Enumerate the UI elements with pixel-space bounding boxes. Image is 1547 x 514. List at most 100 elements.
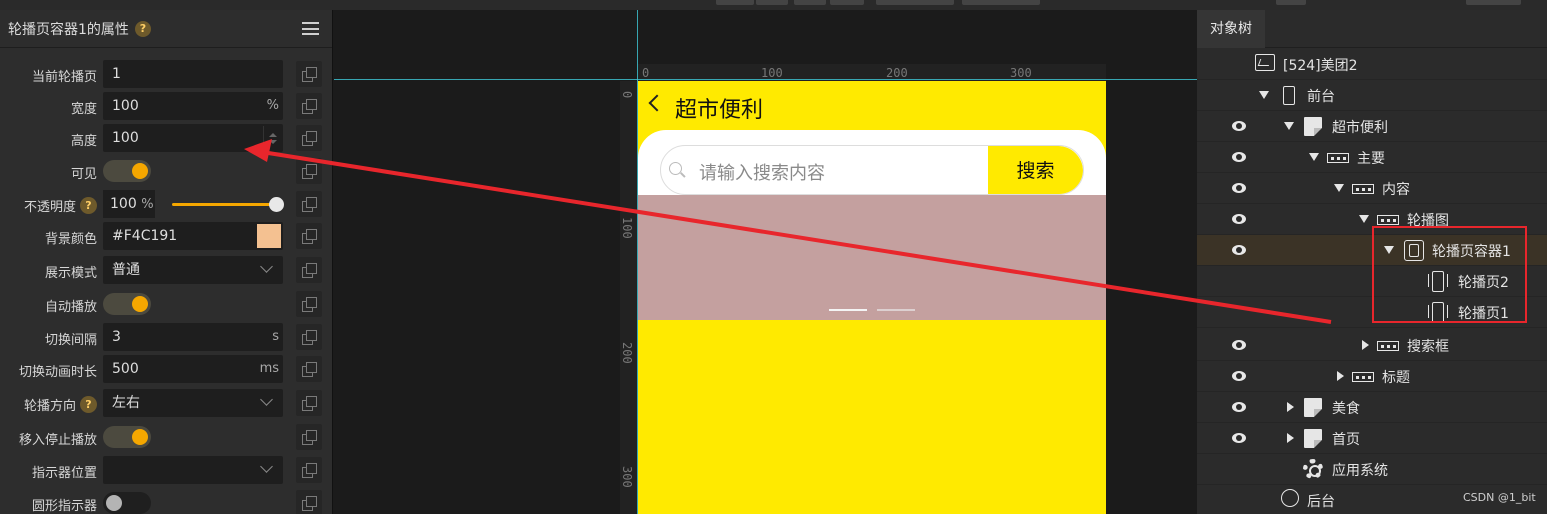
tree-item-main[interactable]: 主要 xyxy=(1197,142,1547,173)
eye-icon[interactable] xyxy=(1232,245,1246,255)
tree-item-food[interactable]: 美食 xyxy=(1197,392,1547,423)
toolbar-button[interactable] xyxy=(716,0,754,5)
tree-item-slide-1[interactable]: 轮播页1 xyxy=(1197,297,1547,328)
unit-label: s xyxy=(272,329,279,344)
toolbar-button[interactable] xyxy=(830,0,864,5)
eye-icon[interactable] xyxy=(1232,214,1246,224)
menu-icon[interactable] xyxy=(302,22,319,35)
tree-item-app-system[interactable]: 应用系统 xyxy=(1197,454,1547,485)
copy-icon[interactable] xyxy=(296,191,322,217)
back-arrow-icon[interactable] xyxy=(648,94,666,112)
copy-icon[interactable] xyxy=(296,257,322,283)
opacity-input[interactable]: 100 % xyxy=(103,190,155,218)
display-mode-select[interactable]: 普通 xyxy=(103,256,283,284)
eye-icon[interactable] xyxy=(1232,121,1246,131)
tree-item-slide-2[interactable]: 轮播页2 xyxy=(1197,266,1547,297)
search-box[interactable]: 请输入搜索内容 搜索 xyxy=(660,145,1084,195)
ruler-vertical: 0 100 200 300 xyxy=(620,81,637,514)
expand-right-icon[interactable] xyxy=(1287,402,1294,412)
eye-icon[interactable] xyxy=(1232,371,1246,381)
eye-icon[interactable] xyxy=(1232,402,1246,412)
copy-icon[interactable] xyxy=(296,125,322,151)
indicator-position-select[interactable] xyxy=(103,456,283,484)
current-page-input[interactable]: 1 xyxy=(103,60,283,88)
tab-object-tree[interactable]: 对象树 xyxy=(1197,9,1265,48)
copy-icon[interactable] xyxy=(296,158,322,184)
copy-icon[interactable] xyxy=(296,424,322,450)
direction-select[interactable]: 左右 xyxy=(103,389,283,417)
prop-label: 移入停止播放 xyxy=(18,433,97,448)
eye-icon[interactable] xyxy=(1232,152,1246,162)
copy-icon[interactable] xyxy=(296,93,322,119)
eye-icon[interactable] xyxy=(1232,433,1246,443)
hover-pause-toggle[interactable] xyxy=(103,426,151,448)
slider-handle[interactable] xyxy=(269,197,284,212)
expand-down-icon[interactable] xyxy=(1259,91,1269,99)
copy-icon[interactable] xyxy=(296,61,322,87)
tree-item-searchbox[interactable]: 搜索框 xyxy=(1197,330,1547,361)
prop-row-anim-duration: 切换动画时长 500 ms xyxy=(0,355,333,383)
copy-icon[interactable] xyxy=(296,457,322,483)
tree-item-project[interactable]: [524]美团2 xyxy=(1197,49,1547,80)
visible-toggle[interactable] xyxy=(103,160,151,182)
help-icon[interactable]: ? xyxy=(134,20,151,37)
eye-icon[interactable] xyxy=(1232,183,1246,193)
phone-preview[interactable]: 超市便利 请输入搜索内容 搜索 xyxy=(638,81,1106,514)
copy-icon[interactable] xyxy=(296,390,322,416)
toolbar-button[interactable] xyxy=(876,0,954,5)
search-button[interactable]: 搜索 xyxy=(988,146,1083,194)
copy-icon[interactable] xyxy=(296,356,322,382)
toolbar-button[interactable] xyxy=(1276,0,1306,5)
color-swatch[interactable] xyxy=(257,224,281,248)
spinner-icon[interactable] xyxy=(263,126,281,150)
eye-icon[interactable] xyxy=(1232,340,1246,350)
height-input[interactable]: 100 xyxy=(103,124,283,152)
bg-color-input[interactable]: #F4C191 xyxy=(103,222,283,250)
carousel-indicator[interactable] xyxy=(877,309,915,311)
copy-icon[interactable] xyxy=(296,324,322,350)
tree-item-label: 轮播页1 xyxy=(1458,306,1509,322)
expand-down-icon[interactable] xyxy=(1384,246,1394,254)
expand-right-icon[interactable] xyxy=(1337,371,1344,381)
expand-down-icon[interactable] xyxy=(1334,184,1344,192)
toolbar-button[interactable] xyxy=(1466,0,1521,5)
copy-icon[interactable] xyxy=(296,490,322,514)
select-value: 普通 xyxy=(112,262,140,278)
opacity-slider[interactable] xyxy=(172,197,284,212)
tree-item-content[interactable]: 内容 xyxy=(1197,173,1547,204)
prop-label: 展示模式 xyxy=(44,266,97,281)
tree-item-label: 轮播页容器1 xyxy=(1432,244,1511,260)
anim-duration-input[interactable]: 500 ms xyxy=(103,355,283,383)
tree-item-supermarket[interactable]: 超市便利 xyxy=(1197,111,1547,142)
help-icon[interactable]: ? xyxy=(80,197,97,214)
watermark: CSDN @1_bit xyxy=(1463,491,1536,504)
expand-down-icon[interactable] xyxy=(1359,215,1369,223)
tree-item-label: 搜索框 xyxy=(1407,339,1449,355)
tree-item-frontend[interactable]: 前台 xyxy=(1197,80,1547,111)
tree-item-label: 美食 xyxy=(1332,401,1360,417)
ruler-tick-label: 0 xyxy=(620,91,634,99)
ruler-tick-label: 100 xyxy=(761,66,783,80)
prop-row-bg-color: 背景颜色 #F4C191 xyxy=(0,222,333,250)
expand-right-icon[interactable] xyxy=(1362,340,1369,350)
width-input[interactable]: 100% xyxy=(103,92,283,120)
carousel-container[interactable] xyxy=(638,195,1106,320)
carousel-indicator-active[interactable] xyxy=(829,309,867,311)
tree-item-carousel-container-selected[interactable]: 轮播页容器1 xyxy=(1197,235,1547,266)
toolbar-button[interactable] xyxy=(756,0,788,5)
copy-icon[interactable] xyxy=(296,291,322,317)
design-canvas[interactable]: 0 100 200 300 0 100 200 300 超市便利 请输入搜索内容… xyxy=(334,10,1197,514)
tree-item-home[interactable]: 首页 xyxy=(1197,423,1547,454)
toolbar-button[interactable] xyxy=(794,0,826,5)
expand-right-icon[interactable] xyxy=(1287,433,1294,443)
toolbar-button[interactable] xyxy=(962,0,1040,5)
expand-down-icon[interactable] xyxy=(1284,122,1294,130)
interval-input[interactable]: 3s xyxy=(103,323,283,351)
autoplay-toggle[interactable] xyxy=(103,293,151,315)
copy-icon[interactable] xyxy=(296,223,322,249)
expand-down-icon[interactable] xyxy=(1309,153,1319,161)
round-indicator-toggle[interactable] xyxy=(103,492,151,514)
tree-item-heading[interactable]: 标题 xyxy=(1197,361,1547,392)
help-icon[interactable]: ? xyxy=(80,396,97,413)
tree-item-carousel[interactable]: 轮播图 xyxy=(1197,204,1547,235)
